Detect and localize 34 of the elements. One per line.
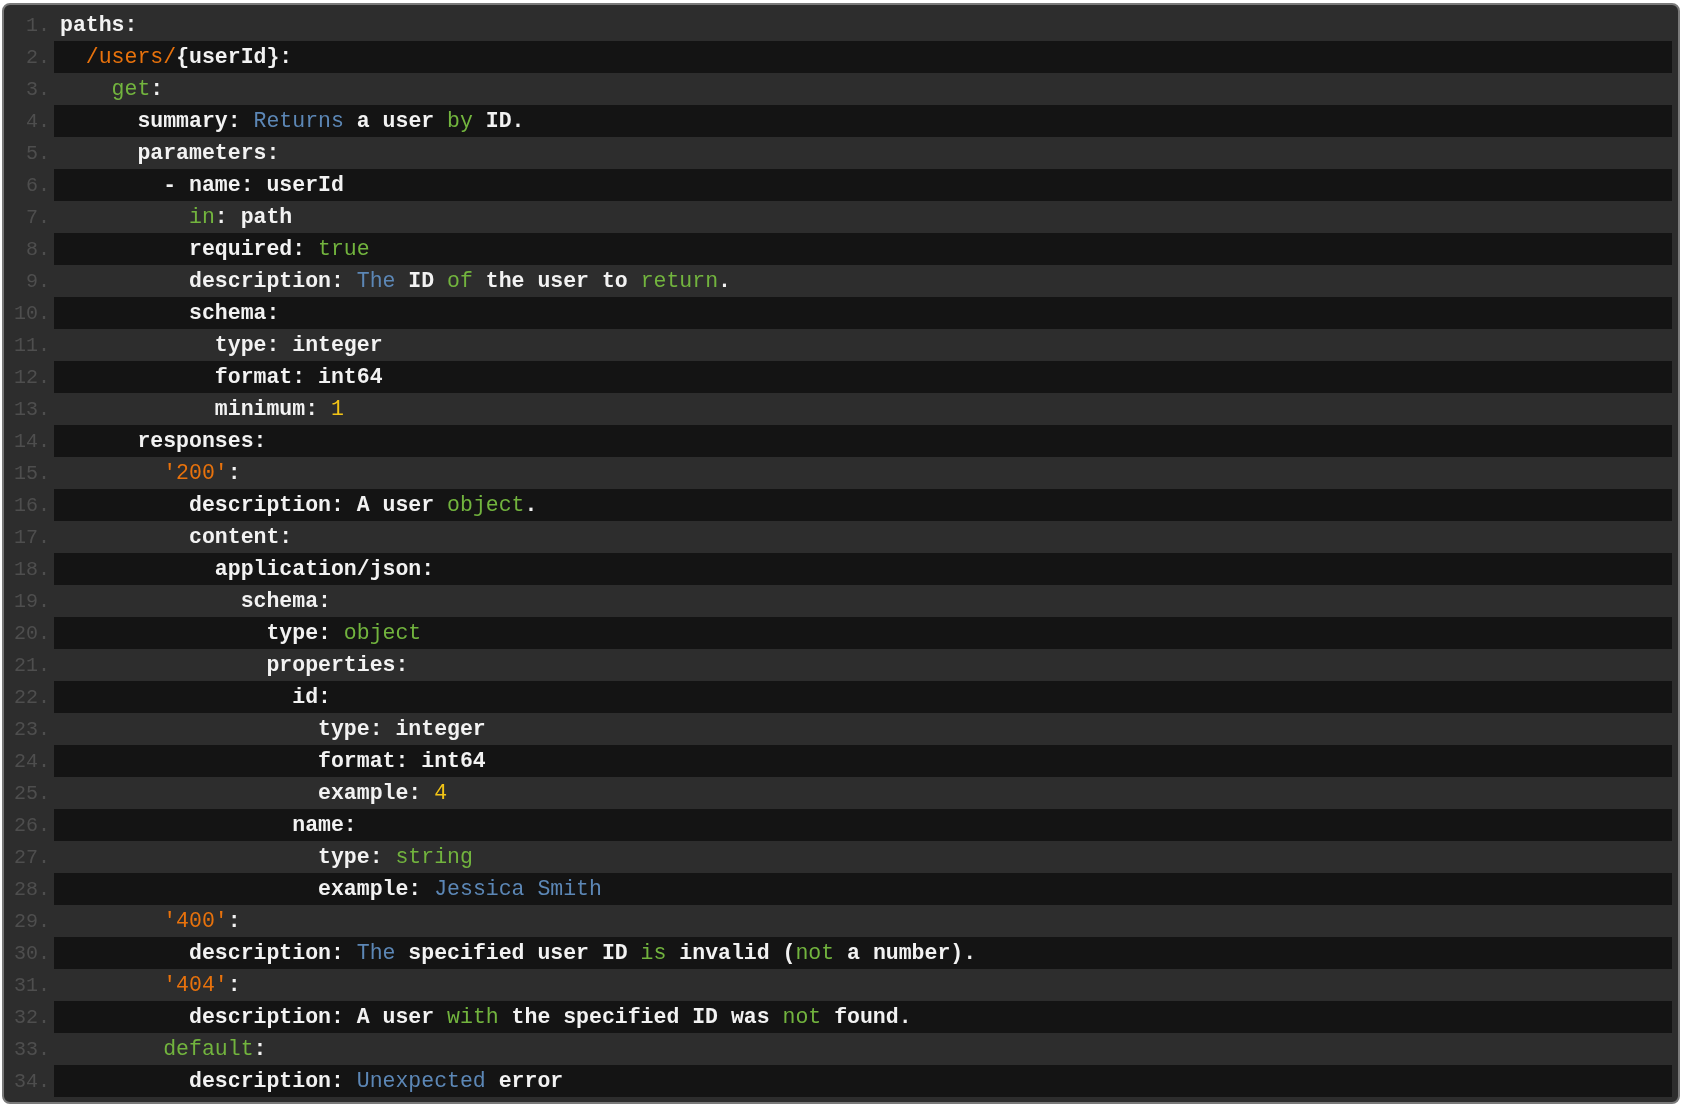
code-line: default:: [162, 1037, 267, 1061]
code-line: '404':: [162, 973, 241, 997]
code-line: - name: userId: [162, 173, 344, 197]
code-line: id:: [291, 685, 331, 709]
code-line: schema:: [239, 589, 331, 613]
code-line: content:: [188, 525, 293, 549]
code-line: properties:: [265, 653, 409, 677]
code-line: example: Jessica Smith: [317, 877, 602, 901]
code-line: type: object: [265, 621, 422, 645]
code-line: /users/{userId}:: [84, 45, 293, 69]
code-line: type: integer: [213, 333, 383, 357]
code-line: format: int64: [213, 365, 383, 389]
code-line: summary: Returns a user by ID.: [136, 109, 525, 133]
code-line: minimum: 1: [213, 397, 344, 421]
code-line: paths:: [60, 13, 138, 37]
code-line: application/json:: [213, 557, 435, 581]
code-line: type: string: [317, 845, 473, 869]
code-line: description: The ID of the user to return.: [188, 269, 731, 293]
code-line: description: Unexpected error: [188, 1069, 564, 1093]
code-line: description: A user object.: [188, 493, 538, 517]
code-line: '400':: [162, 909, 241, 933]
code-line: description: A user with the specified ID was not found.: [188, 1005, 912, 1029]
code-line: parameters:: [136, 141, 280, 165]
code-line: format: int64: [317, 749, 486, 773]
code-line: required: true: [188, 237, 370, 261]
code-line: type: integer: [317, 717, 486, 741]
code-line: responses:: [136, 429, 267, 453]
code-line: example: 4: [317, 781, 448, 805]
code-line: in: path: [188, 205, 293, 229]
code-line: schema:: [188, 301, 280, 325]
code-line: description: The specified user ID is invalid (not a number).: [188, 941, 977, 965]
code-line: get:: [110, 77, 164, 101]
code-line: name:: [291, 813, 357, 837]
code-line: '200':: [162, 461, 241, 485]
